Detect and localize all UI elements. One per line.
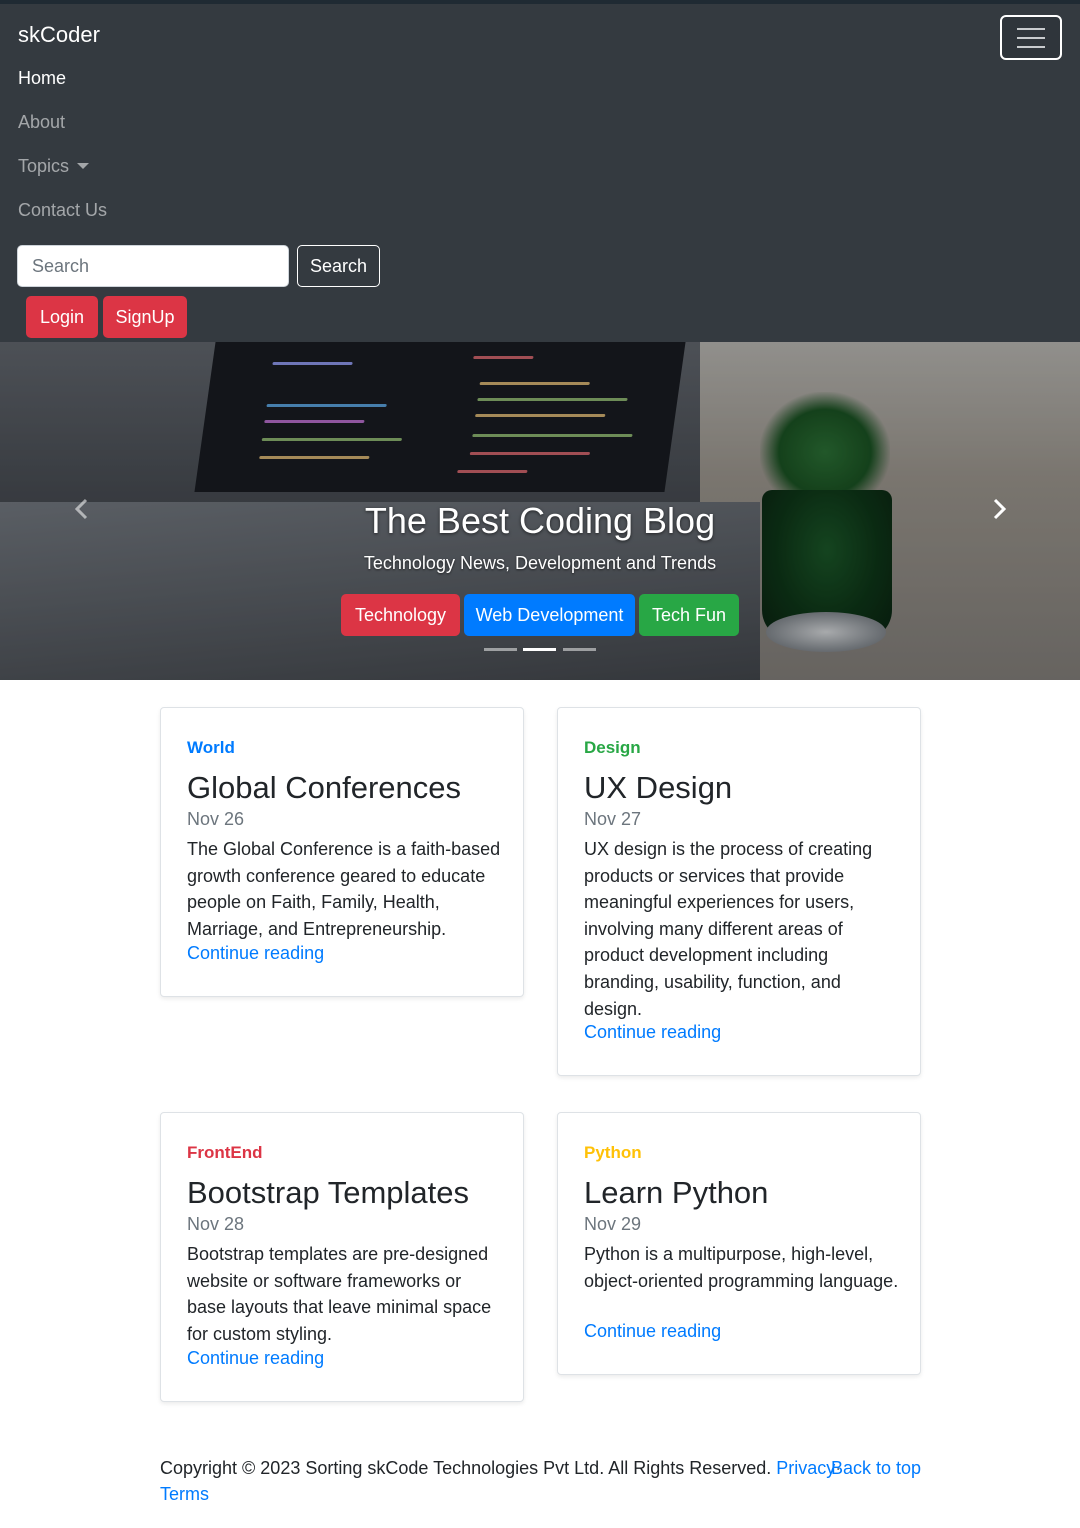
hamburger-icon-line bbox=[1017, 46, 1045, 48]
nav-home[interactable]: Home bbox=[18, 68, 66, 89]
hamburger-icon bbox=[1017, 28, 1045, 30]
terms-link[interactable]: Terms bbox=[160, 1484, 209, 1504]
caret-down-icon bbox=[77, 163, 90, 169]
hero-carousel: The Best Coding Blog Technology News, De… bbox=[0, 342, 1080, 680]
post-category: Python bbox=[584, 1143, 642, 1162]
post-date: Nov 26 bbox=[187, 809, 245, 829]
login-button[interactable]: Login bbox=[26, 296, 98, 338]
continue-reading-link[interactable]: Continue reading bbox=[584, 1022, 721, 1043]
hero-subtitle: Technology News, Development and Trends bbox=[363, 553, 717, 573]
post-date: Nov 28 bbox=[187, 1214, 245, 1234]
hero-title: The Best Coding Blog bbox=[364, 500, 716, 541]
post-date: Nov 29 bbox=[584, 1214, 642, 1234]
post-card: Python Learn Python Nov 29 Python is a m… bbox=[557, 1112, 921, 1375]
post-title: Bootstrap Templates bbox=[187, 1175, 470, 1210]
footer: Copyright © 2023 Sorting skCode Technolo… bbox=[160, 1455, 920, 1507]
post-excerpt: UX design is the process of creating pro… bbox=[584, 839, 873, 1019]
brand-logo[interactable]: skCoder bbox=[18, 22, 100, 48]
back-to-top-link[interactable]: Back to top bbox=[831, 1455, 921, 1481]
nav-contact[interactable]: Contact Us bbox=[18, 200, 107, 221]
navbar: skCoder Home About Topics Contact Us Sea… bbox=[0, 0, 1080, 342]
carousel-indicator-1[interactable] bbox=[484, 648, 517, 651]
post-date: Nov 27 bbox=[584, 809, 642, 829]
post-excerpt: Python is a multipurpose, high-level, ob… bbox=[584, 1244, 899, 1291]
post-card: Design UX Design Nov 27 UX design is the… bbox=[557, 707, 921, 1076]
technology-button[interactable]: Technology bbox=[341, 594, 460, 636]
signup-button[interactable]: SignUp bbox=[103, 296, 187, 338]
navbar-toggler-button[interactable] bbox=[1000, 15, 1062, 60]
post-title: Learn Python bbox=[584, 1175, 769, 1210]
post-title: Global Conferences bbox=[187, 770, 461, 805]
post-category: FrontEnd bbox=[187, 1143, 263, 1162]
nav-topics-dropdown[interactable]: Topics bbox=[18, 156, 90, 177]
post-category: World bbox=[187, 738, 235, 757]
privacy-link[interactable]: Privacy bbox=[776, 1458, 835, 1478]
carousel-indicator-2[interactable] bbox=[523, 648, 556, 651]
continue-reading-link[interactable]: Continue reading bbox=[187, 1348, 324, 1369]
post-title: UX Design bbox=[584, 770, 733, 805]
continue-reading-link[interactable]: Continue reading bbox=[584, 1321, 721, 1342]
copyright-text: Copyright © 2023 Sorting skCode Technolo… bbox=[160, 1458, 772, 1478]
nav-about[interactable]: About bbox=[18, 112, 65, 133]
post-excerpt: Bootstrap templates are pre-designed web… bbox=[187, 1244, 492, 1344]
hamburger-icon-line bbox=[1017, 37, 1045, 39]
post-card: World Global Conferences Nov 26 The Glob… bbox=[160, 707, 524, 997]
post-card: FrontEnd Bootstrap Templates Nov 28 Boot… bbox=[160, 1112, 524, 1402]
nav-topics-label: Topics bbox=[18, 156, 70, 176]
carousel-indicator-3[interactable] bbox=[563, 648, 596, 651]
continue-reading-link[interactable]: Continue reading bbox=[187, 943, 324, 964]
tech-fun-button[interactable]: Tech Fun bbox=[639, 594, 739, 636]
search-input[interactable] bbox=[17, 245, 289, 287]
web-development-button[interactable]: Web Development bbox=[464, 594, 635, 636]
post-excerpt: The Global Conference is a faith-based g… bbox=[187, 839, 501, 939]
search-button[interactable]: Search bbox=[297, 245, 380, 287]
post-category: Design bbox=[584, 738, 641, 757]
